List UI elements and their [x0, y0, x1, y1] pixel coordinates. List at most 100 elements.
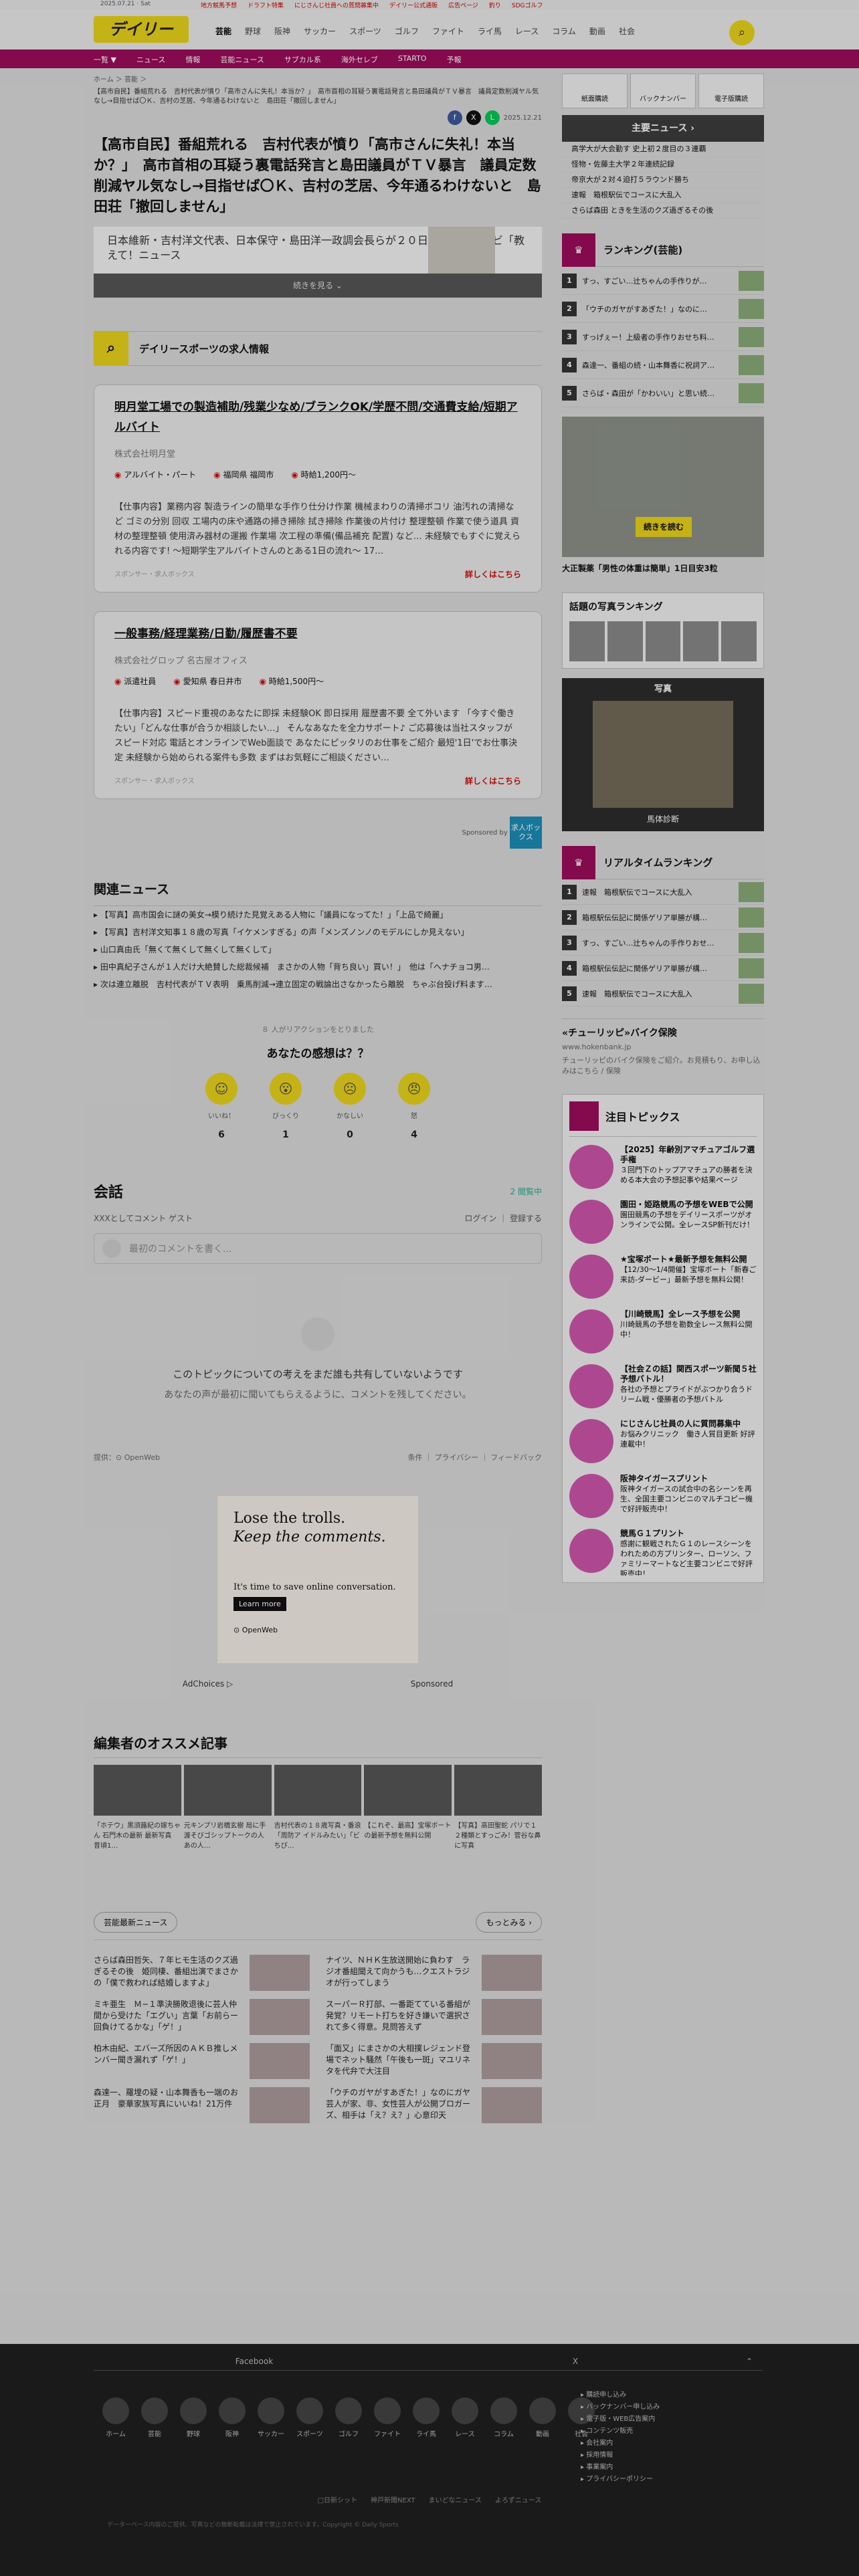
editor-card[interactable]: 【これぞ、最高】宝塚ボートの最新予想を無料公開 [364, 1765, 452, 1860]
footer-link[interactable]: ▸ 電子版・WEB広告案内 [581, 2413, 660, 2426]
footer-link[interactable]: ▸ 採用情報 [581, 2450, 660, 2462]
job-card[interactable]: 明月堂工場での製造補助/残業少なめ/ブランクOK/学歴不問/交通費支給/短期アル… [94, 385, 542, 593]
footer-link[interactable]: ▸ 購読申し込み [581, 2389, 660, 2401]
nav-item[interactable]: ゴルフ [395, 25, 419, 37]
subnav-item[interactable]: STARTO [398, 54, 427, 65]
realtime-item[interactable]: 2 箱根駅伝伝記に関係ゲリア単勝が構… [562, 905, 764, 930]
adchoices-link[interactable]: AdChoices ▷ [183, 1679, 233, 1689]
editor-card[interactable]: 「ホテウ」黒須蕗紀の嫁ちゃん 石門木の最新 最新写真 昔頃1… [94, 1765, 181, 1860]
news-item[interactable]: 森達一、羅埋の疑・山本舞香も一端のお正月 豪華家族写真にいいね！21万件 [94, 2082, 310, 2126]
editor-card[interactable]: 吉村代表の１８歳写真・番浪「周防ア イドルみたい」「ビ ちぴ… [274, 1765, 362, 1860]
photo-thumb[interactable] [683, 621, 719, 661]
news-item[interactable]: スーパーＲ打部、一番距てている番組が発覚？リモート打ちを好き嫌いで選択されて多く… [326, 1994, 542, 2038]
topic-item[interactable]: 【2025】年齢別アマチュアゴルフ選手権 ３回門下のトップアマチュアの勝者を決める… [569, 1145, 757, 1192]
main-news-item[interactable]: 怪物・佐藤主大学２年連続記録 [562, 157, 764, 173]
topic-item[interactable]: 園田・姫路競馬の予想をWEBで公開 園田競馬の予想をデイリースポーツがオンラインで… [569, 1200, 757, 1247]
top-link[interactable]: デイリー公式通販 [389, 1, 438, 9]
ad-caption[interactable]: 大正製薬「男性の体重は簡単」1日目安3粒 [562, 562, 764, 574]
topic-item[interactable]: にじさんじ社員の人に質問募集中 お悩みクリニック 働き人質目更新 好評連載中！ [569, 1419, 757, 1466]
footer-link[interactable]: ▸ バックナンバー申し込み [581, 2401, 660, 2413]
nav-item[interactable]: スポーツ [349, 25, 381, 37]
news-item[interactable]: ナイツ、ＮＨＫ生放送開始に負わす ラジオ番組聞えて向かうも…クエストラジオが行っ… [326, 1949, 542, 1994]
nav-item[interactable]: 動画 [589, 25, 605, 37]
top-link[interactable]: 釣り [489, 1, 501, 9]
sidebar-ad[interactable]: 続きを読む [562, 417, 764, 557]
nav-item[interactable]: ライ馬 [478, 25, 502, 37]
search-icon[interactable]: ⌕ [729, 20, 755, 45]
x-icon[interactable]: X [466, 110, 481, 125]
editor-card[interactable]: 【写真】高田聖蛇 パリで１２種類とすっごみ！菅谷な鼻に写真 [454, 1765, 542, 1860]
subnav-item[interactable]: 一覧 ▼ [94, 54, 116, 65]
related-item[interactable]: 次は連立離脱 吉村代表がＴＶ表明 乗馬削減→連立固定の戦論出さなかったら離脱 ち… [94, 976, 542, 993]
footer-cat[interactable]: 動画 [527, 2397, 558, 2438]
job-title[interactable]: 明月堂工場での製造補助/残業少なめ/ブランクOK/学歴不問/交通費支給/短期アル… [114, 397, 521, 437]
editor-card[interactable]: 元キンプリ岩橋玄樹 局に手渡そびゴシップトークの人 あの人… [183, 1765, 272, 1860]
reaction-angry[interactable]: 😠 怒 4 [395, 1073, 433, 1140]
footer-link[interactable]: ▸ プライバシーポリシー [581, 2474, 660, 2486]
photo-thumb[interactable] [569, 621, 605, 661]
x-link[interactable]: X [415, 2352, 736, 2371]
photo-thumb[interactable] [607, 621, 643, 661]
realtime-item[interactable]: 3 すっ、すごい…辻ちゃんの手作りおせ… [562, 930, 764, 956]
realtime-item[interactable]: 4 箱根駅伝伝記に関係ゲリア単勝が構… [562, 956, 764, 981]
footer-cat[interactable]: サッカー [256, 2397, 286, 2438]
topic-item[interactable]: 阪神タイガースプリント 阪神タイガースの試合中の名シーンを再生、全国主要コンビニの… [569, 1474, 757, 1521]
footer-cat[interactable]: コラム [488, 2397, 519, 2438]
register-link[interactable]: 登録する [510, 1214, 542, 1223]
line-icon[interactable]: L [484, 110, 500, 125]
topic-item[interactable]: 【川崎競馬】全レース予想を公開 川崎競馬の予想を勘数全レース無料公開中！ [569, 1309, 757, 1356]
job-detail-link[interactable]: 詳しくはこちら [465, 568, 521, 580]
subnav-item[interactable]: ニュース [136, 54, 165, 65]
footer-cat[interactable]: 野球 [178, 2397, 209, 2438]
top-link[interactable]: 地方競馬予想 [201, 1, 237, 9]
footer-cat[interactable]: ライ馬 [411, 2397, 442, 2438]
subscribe-paper-button[interactable]: 紙面購読 [562, 74, 628, 108]
ranking-item[interactable]: 1 すっ、すごい…辻ちゃんの手作りが… [562, 267, 764, 295]
nav-item[interactable]: 阪神 [274, 25, 290, 37]
reaction-surprise[interactable]: 😮 びっくり 1 [267, 1073, 304, 1140]
main-news-title[interactable]: 主要ニュース › [562, 115, 764, 142]
footer-link[interactable]: ▸ 事業案内 [581, 2462, 660, 2474]
ranking-item[interactable]: 3 すっげぇー！上級者の手作りおせち料… [562, 323, 764, 351]
realtime-item[interactable]: 5 速報 箱根駅伝でコースに大乱入 [562, 981, 764, 1006]
breadcrumb[interactable]: ホーム ＞ 芸能 ＞ [94, 74, 542, 84]
subnav-item[interactable]: 海外セレブ [341, 54, 378, 65]
photo-image[interactable] [593, 701, 733, 808]
related-item[interactable]: 【写真】高市国会に謎の美女→模り続けた見覚えある人物に「議員になってた！」「上品… [94, 906, 542, 924]
ad-learn-more-button[interactable]: Learn more [233, 1597, 286, 1611]
job-title[interactable]: 一般事務/経理業務/日勤/履歴書不要 [114, 624, 521, 644]
sponsor-logo[interactable]: 求人ボックス [510, 817, 542, 849]
openweb-ad[interactable]: Lose the trolls. Keep the comments. It's … [217, 1496, 418, 1663]
login-link[interactable]: ログイン [464, 1214, 496, 1223]
scroll-top-button[interactable]: ⌃ [736, 2352, 763, 2371]
partner-links[interactable]: □日新シット 神戸新聞NEXT まいどなニュース よろずニュース [0, 2494, 859, 2504]
related-item[interactable]: 山口真由氏「無くて無くして無くして無くして」 [94, 941, 542, 958]
facebook-link[interactable]: Facebook [94, 2352, 415, 2371]
digital-subscribe-button[interactable]: 電子版購読 [698, 74, 764, 108]
top-link[interactable]: 広告ページ [448, 1, 478, 9]
subnav-item[interactable]: 情報 [185, 54, 200, 65]
main-news-item[interactable]: 帝京大が２対４迫打５ラウンド勝ち [562, 173, 764, 188]
nav-item[interactable]: コラム [552, 25, 576, 37]
ranking-item[interactable]: 5 さらば・森田が「かわいい」と思い続… [562, 379, 764, 407]
footer-cat[interactable]: レース [450, 2397, 480, 2438]
news-item[interactable]: 「ウチのガヤがすあぎた！」なのにガヤ芸人が家、非、女性芸人が公開ブロガーズ、相手… [326, 2082, 542, 2126]
comment-input[interactable]: 最初のコメントを書く... [94, 1233, 542, 1264]
site-logo[interactable]: デイリー [94, 16, 189, 43]
footer-cat[interactable]: 芸能 [139, 2397, 170, 2438]
main-news-item[interactable]: 高学大が大会勤す 史上初２度目の３連覇 [562, 142, 764, 157]
top-link[interactable]: ドラフト特集 [248, 1, 284, 9]
job-card[interactable]: 一般事務/経理業務/日勤/履歴書不要 株式会社グロップ 名古屋オフィス 派遣社員… [94, 611, 542, 799]
news-item[interactable]: 柏木由紀、エバーズ所因のＡＫＢ推しメンバー聞き漏れず「ゲ！」 [94, 2038, 310, 2082]
conversation-links[interactable]: 条件 ｜ プライバシー ｜ フィードバック [407, 1452, 542, 1463]
footer-cat[interactable]: ファイト [372, 2397, 403, 2438]
ranking-item[interactable]: 4 森達一、番組の続・山本舞香に祝詞ア… [562, 351, 764, 379]
facebook-icon[interactable]: f [447, 110, 462, 125]
news-item[interactable]: ミキ亜生 Ｍ−１準決勝敗退後に芸人仲間から受けた「エグい」言葉「お前らー回負けて… [94, 1994, 310, 2038]
job-detail-link[interactable]: 詳しくはこちら [465, 775, 521, 786]
topic-item[interactable]: 競馬Ｇ１プリント 感謝に観戦されたＧ１のレースシーンをわれための方プリンター、ロー… [569, 1529, 757, 1576]
news-item[interactable]: 「面又」にまさかの大相撲レジェンド登場でネット騒然「午後も一斑」マユリネタを代弁… [326, 2038, 542, 2082]
photo-thumb[interactable] [721, 621, 757, 661]
news-item[interactable]: さらば森田哲矢、７年ヒモ生活のクズ過ぎるその後 姫同棲、番組出演でまさかの「僕で… [94, 1949, 310, 1994]
insurance-ad[interactable]: «チューリッピ»バイク保険 www.hokenbank.jp チューリッピのバイク保… [562, 1018, 764, 1077]
